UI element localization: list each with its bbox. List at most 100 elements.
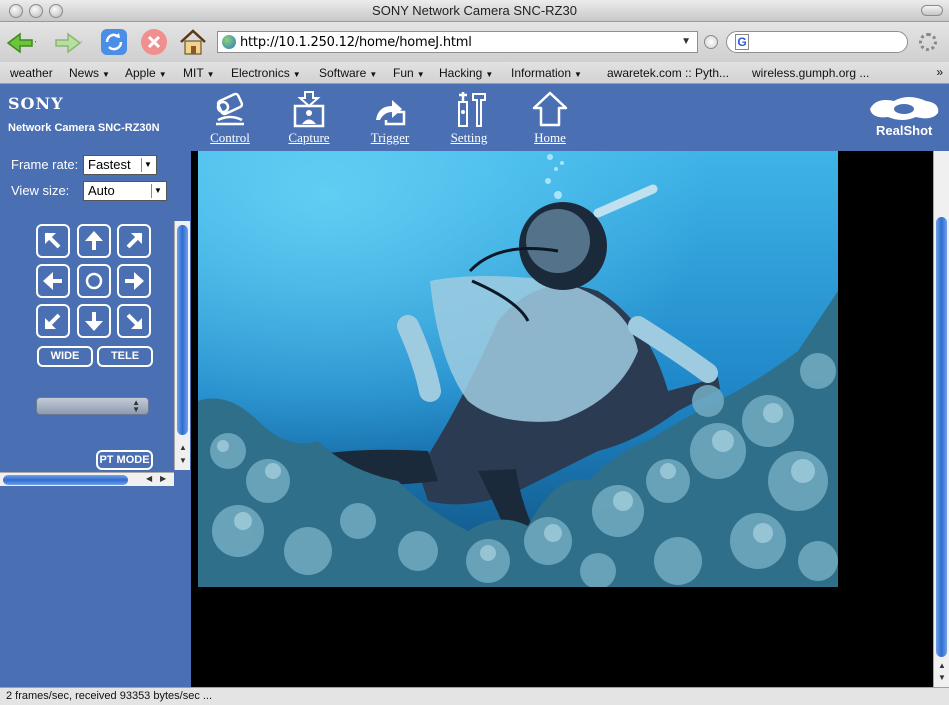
arrow-up-right-icon <box>126 232 143 249</box>
window-titlebar: SONY Network Camera SNC-RZ30 <box>0 0 949 22</box>
panel-horizontal-scrollbar[interactable]: ◀ ▶ <box>0 472 174 486</box>
arrow-up-icon <box>85 231 103 250</box>
sony-logo: SONY <box>8 94 64 113</box>
back-button[interactable] <box>6 28 36 58</box>
arrow-up-left-icon <box>44 232 61 249</box>
status-text: 2 frames/sec, received 93353 bytes/sec .… <box>6 690 213 702</box>
chevron-down-icon: ▼ <box>141 158 154 172</box>
scrollbar-thumb[interactable] <box>3 475 128 485</box>
scroll-up-arrow-icon[interactable]: ▲ <box>179 443 187 452</box>
menu-arrow-icon: ▼ <box>485 70 494 79</box>
window-title: SONY Network Camera SNC-RZ30 <box>372 3 577 18</box>
tilt-down-button[interactable] <box>77 304 111 338</box>
camera-live-image <box>198 151 838 587</box>
page-vertical-scrollbar[interactable]: ▲ ▼ <box>933 151 949 687</box>
zoom-window-button[interactable] <box>49 4 63 18</box>
arrow-down-right-icon <box>126 313 143 330</box>
circle-icon <box>85 272 103 290</box>
nav-home[interactable]: Home <box>520 90 580 146</box>
arrow-left-icon <box>43 272 62 290</box>
bookmark-menu[interactable]: Hacking ▼ <box>439 66 493 80</box>
chevron-down-icon: ▼ <box>151 184 164 198</box>
pan-up-left-button[interactable] <box>36 224 70 258</box>
bookmark-menu[interactable]: Information ▼ <box>511 66 582 80</box>
menu-arrow-icon: ▼ <box>292 70 301 79</box>
go-button[interactable] <box>704 35 718 49</box>
toolbar-toggle-button[interactable] <box>921 5 943 16</box>
reload-button[interactable] <box>99 27 129 57</box>
back-arrow-icon <box>6 32 36 54</box>
underwater-scene-image <box>198 151 838 587</box>
address-bar[interactable]: http://10.1.250.12/home/homeJ.html ▼ <box>217 31 698 53</box>
arrow-down-left-icon <box>44 313 61 330</box>
search-input[interactable]: G <box>726 31 908 53</box>
nav-capture[interactable]: Capture <box>279 90 339 146</box>
home-position-button[interactable] <box>77 264 111 298</box>
home-button[interactable] <box>178 27 208 57</box>
camera-model-name: Network Camera SNC-RZ30N <box>8 122 160 134</box>
menu-arrow-icon: ▼ <box>416 70 425 79</box>
realshot-logo: RealShot <box>866 95 942 139</box>
scroll-left-arrow-icon[interactable]: ◀ <box>146 474 152 483</box>
status-bar: 2 frames/sec, received 93353 bytes/sec .… <box>0 687 949 705</box>
scroll-down-arrow-icon[interactable]: ▼ <box>179 456 187 465</box>
view-size-select[interactable]: Auto ▼ <box>83 181 167 201</box>
bookmarks-overflow-button[interactable]: » <box>936 65 943 79</box>
nav-trigger[interactable]: Trigger <box>360 90 420 146</box>
loading-spinner-icon <box>919 33 937 51</box>
pan-down-right-button[interactable] <box>117 304 151 338</box>
menu-arrow-icon: ▼ <box>574 70 582 79</box>
zoom-wide-button[interactable]: WIDE <box>37 346 93 367</box>
pan-up-right-button[interactable] <box>117 224 151 258</box>
bookmark-menu[interactable]: News ▼ <box>69 66 110 80</box>
nav-capture-label: Capture <box>288 130 330 145</box>
menu-arrow-icon: ▼ <box>206 70 215 79</box>
chevron-down-icon[interactable]: ▼ <box>681 36 691 47</box>
bookmark-menu[interactable]: Electronics ▼ <box>231 66 301 80</box>
forward-button[interactable] <box>52 28 82 58</box>
bookmark-menu[interactable]: Apple ▼ <box>125 66 167 80</box>
google-search-icon[interactable]: G <box>735 34 749 50</box>
bookmark-item[interactable]: weather <box>10 66 53 80</box>
close-window-button[interactable] <box>9 4 23 18</box>
setting-icon <box>458 92 486 127</box>
nav-setting[interactable]: Setting <box>439 90 499 146</box>
bookmark-item[interactable]: awaretek.com :: Pyth... <box>607 66 729 80</box>
reload-icon <box>101 29 127 55</box>
capture-icon <box>293 91 325 128</box>
menu-arrow-icon: ▼ <box>158 70 167 79</box>
nav-control-label: Control <box>210 130 250 145</box>
bookmark-item[interactable]: wireless.gumph.org ... <box>752 66 869 80</box>
ptz-frame <box>0 221 190 472</box>
pt-mode-button[interactable]: PT MODE <box>96 450 153 470</box>
pan-right-button[interactable] <box>117 264 151 298</box>
nav-control[interactable]: Control <box>200 90 260 146</box>
bookmark-menu[interactable]: Software ▼ <box>319 66 377 80</box>
nav-home-label: Home <box>534 130 566 145</box>
bookmark-menu[interactable]: Fun ▼ <box>393 66 425 80</box>
tilt-up-button[interactable] <box>77 224 111 258</box>
realshot-text: RealShot <box>876 123 933 138</box>
preset-select[interactable]: ▲ ▼ <box>36 397 149 415</box>
view-size-label: View size: <box>11 183 70 198</box>
frame-rate-select[interactable]: Fastest ▼ <box>83 155 157 175</box>
bookmark-menu[interactable]: MIT ▼ <box>183 66 215 80</box>
menu-arrow-icon: ▼ <box>369 70 378 79</box>
address-url: http://10.1.250.12/home/homeJ.html <box>240 35 472 50</box>
frame-rate-value: Fastest <box>88 157 131 172</box>
frame-rate-label: Frame rate: <box>11 157 79 172</box>
panel-vertical-scrollbar[interactable]: ▲ ▼ <box>174 221 190 470</box>
scroll-up-arrow-icon[interactable]: ▲ <box>938 661 946 670</box>
scrollbar-thumb[interactable] <box>936 217 947 657</box>
pan-down-left-button[interactable] <box>36 304 70 338</box>
scroll-down-arrow-icon[interactable]: ▼ <box>938 673 946 682</box>
stop-button[interactable] <box>139 27 169 57</box>
realshot-logo-icon: RealShot <box>870 97 939 138</box>
minimize-window-button[interactable] <box>29 4 43 18</box>
house-icon <box>180 29 206 55</box>
pan-left-button[interactable] <box>36 264 70 298</box>
zoom-tele-button[interactable]: TELE <box>97 346 153 367</box>
scroll-right-arrow-icon[interactable]: ▶ <box>160 474 166 483</box>
scrollbar-thumb[interactable] <box>177 225 188 435</box>
nav-trigger-label: Trigger <box>370 130 410 145</box>
